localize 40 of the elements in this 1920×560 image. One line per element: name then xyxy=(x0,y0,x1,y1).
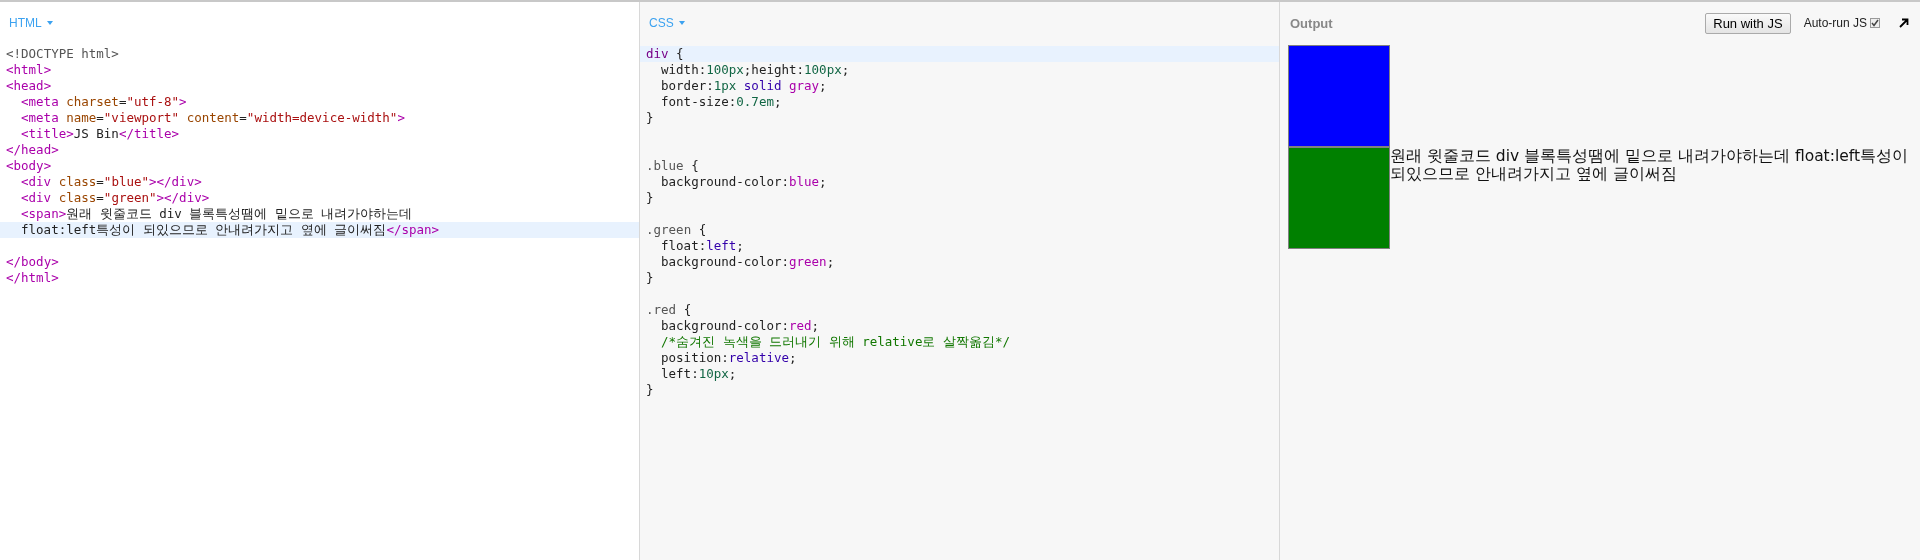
code-line: .red { xyxy=(645,302,693,318)
code-line: font-size:0.7em; xyxy=(660,94,783,110)
code-line: } xyxy=(645,270,655,286)
code-line: .green { xyxy=(645,222,708,238)
code-line: border:1px solid gray; xyxy=(660,78,828,94)
caret-icon xyxy=(46,21,53,25)
autorun-checkbox[interactable] xyxy=(1870,18,1880,28)
code-line: float:left; xyxy=(660,238,745,254)
code-line: <meta name="viewport" content="width=device-width"> xyxy=(20,110,406,126)
code-line: <span>원래 윗줄코드 div 블록특성땜에 밑으로 내려가야하는데 xyxy=(20,206,414,222)
caret-icon xyxy=(678,21,685,25)
run-button[interactable]: Run with JS xyxy=(1705,12,1791,34)
pane-tab[interactable]: HTML xyxy=(9,16,53,30)
code-line: background-color:green; xyxy=(660,254,836,270)
code-line: <body> xyxy=(5,158,53,174)
code-line: } xyxy=(645,110,655,126)
code-line: .blue { xyxy=(645,158,700,174)
popout-arrow-icon[interactable] xyxy=(1898,17,1910,29)
code-line: <!DOCTYPE html> xyxy=(5,46,120,62)
code-line: left:10px; xyxy=(660,366,738,382)
code-line: </body> xyxy=(5,254,60,270)
code-line: </head> xyxy=(5,142,60,158)
code-line: /*숨겨진 녹색을 드러내기 위해 relative로 살짝옮김*/ xyxy=(660,334,1011,350)
autorun-label: Auto-run JS xyxy=(1803,16,1867,30)
code-line: width:100px;height:100px; xyxy=(660,62,851,78)
code-line: background-color:red; xyxy=(660,318,821,334)
code-line: <html> xyxy=(5,62,53,78)
code-line: <div class="blue"></div> xyxy=(20,174,203,190)
code-line: <div class="green"></div> xyxy=(20,190,211,206)
code-line: } xyxy=(645,382,655,398)
code-line: <title>JS Bin</title> xyxy=(20,126,181,142)
code-line: background-color:blue; xyxy=(660,174,828,190)
code-line: } xyxy=(645,190,655,206)
pane-tab[interactable]: CSS xyxy=(649,16,685,30)
code-line: <meta charset="utf-8"> xyxy=(20,94,188,110)
code-line: position:relative; xyxy=(660,350,798,366)
preview-text: 원래 윗줄코드 div 블록특성땜에 밑으로 내려가야하는데 float:left특성이 되있으므로 안내려가지고 옆에 글이써짐 xyxy=(1390,147,1910,183)
code-line: <head> xyxy=(5,78,53,94)
output-title: Output xyxy=(1290,15,1334,31)
code-line: </html> xyxy=(5,270,60,286)
